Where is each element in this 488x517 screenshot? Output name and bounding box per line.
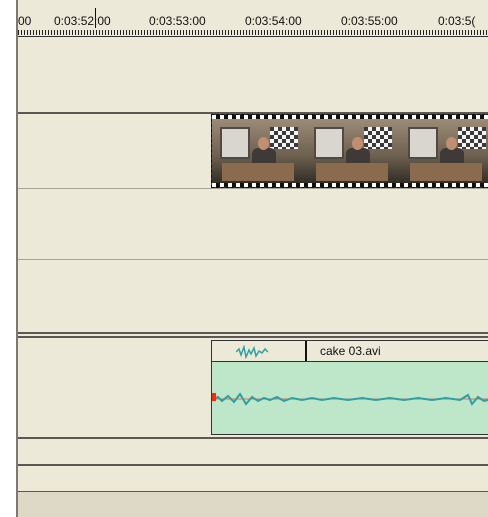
film-sprockets xyxy=(212,183,488,187)
timeline-track[interactable] xyxy=(18,439,488,464)
timecode-label: 0:03:53:00 xyxy=(149,14,206,28)
video-thumbnail xyxy=(306,119,400,185)
timeline-track[interactable] xyxy=(18,260,488,332)
timeline-footer xyxy=(18,492,488,517)
timecode-label: 00 xyxy=(18,14,32,28)
timeline-track[interactable] xyxy=(18,189,488,259)
track-separator xyxy=(18,332,488,334)
timeline-panel: 00 0:03:52:00 0:03:53:00 0:03:54:00 0:03… xyxy=(16,0,488,517)
audio-marker xyxy=(212,393,216,401)
time-ruler[interactable]: 00 0:03:52:00 0:03:53:00 0:03:54:00 0:03… xyxy=(18,0,488,38)
video-thumbnail xyxy=(400,119,488,185)
timecode-label: 0:03:5( xyxy=(438,14,476,28)
timecode-label: 0:03:55:00 xyxy=(341,14,398,28)
waveform-icon xyxy=(236,345,268,359)
timeline-track[interactable] xyxy=(18,38,488,113)
video-thumbnail xyxy=(212,119,306,185)
playhead[interactable] xyxy=(95,8,96,28)
video-clip[interactable] xyxy=(211,114,488,188)
ruler-ticks xyxy=(18,30,488,35)
timecode-label: 0:03:52:00 xyxy=(54,14,111,28)
timeline-track[interactable] xyxy=(18,466,488,491)
ruler-baseline xyxy=(18,36,488,37)
timecode-label: 0:03:54:00 xyxy=(245,14,302,28)
audio-clip-header[interactable]: cake 03.avi xyxy=(211,340,488,362)
audio-waveform-clip[interactable] xyxy=(211,362,488,435)
audio-title-divider xyxy=(305,341,307,361)
audio-clip-name: cake 03.avi xyxy=(320,344,381,358)
audio-waveform xyxy=(212,392,488,406)
